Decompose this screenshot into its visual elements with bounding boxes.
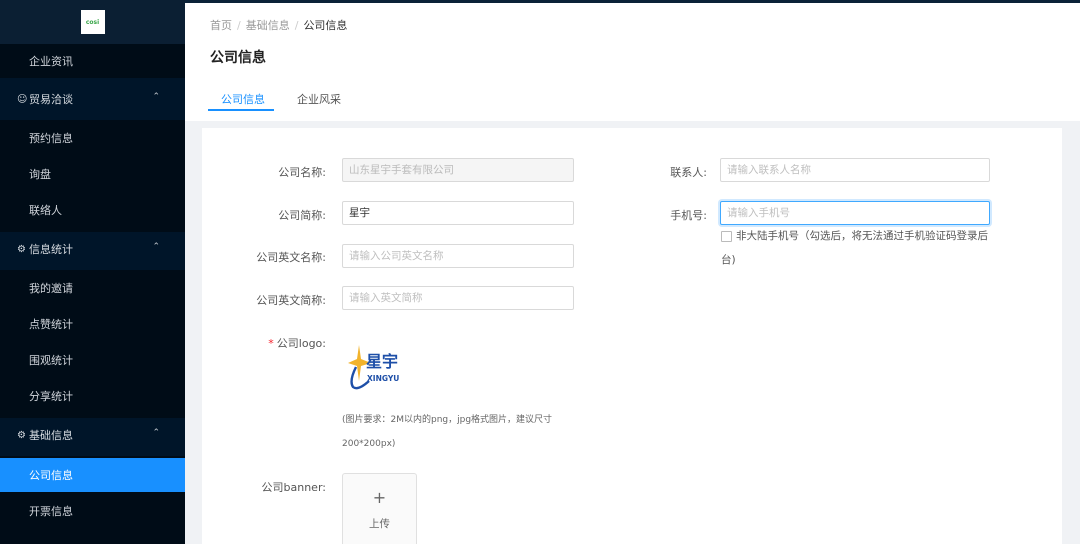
company-logo-image[interactable]: 星宇 XINGYU <box>345 337 409 395</box>
company-name-field: 山东星宇手套有限公司 <box>342 158 574 182</box>
chevron-up-icon: ⌃ <box>152 428 160 438</box>
sidebar-item-contacts[interactable]: 联络人 <box>0 193 185 227</box>
brand-logo[interactable]: cosi <box>80 10 105 34</box>
banner-upload[interactable]: + 上传 <box>342 473 417 544</box>
sidebar-item-likes-stats[interactable]: 点赞统计 <box>0 307 185 341</box>
upload-label: 上传 <box>369 518 390 530</box>
breadcrumb-current: 公司信息 <box>303 19 348 32</box>
tab-active-indicator <box>208 109 274 111</box>
sidebar-group-basic-info[interactable]: ⚙ 基础信息 ⌃ <box>0 418 185 452</box>
sidebar-item-label: 企业资讯 <box>29 55 73 68</box>
phone-label: 手机号: <box>670 209 707 222</box>
logo-area: cosi <box>0 0 185 44</box>
sidebar-group-label: 基础信息 <box>29 429 73 442</box>
logo-hint-line2: 200*200px) <box>342 439 396 449</box>
non-mainland-label-line2: 台) <box>721 254 736 266</box>
chevron-up-icon: ⌃ <box>152 242 160 252</box>
breadcrumb-separator: / <box>237 19 241 32</box>
company-name-label: 公司名称: <box>278 166 326 179</box>
tab-company-style[interactable]: 企业风采 <box>297 91 341 107</box>
banner-label: 公司banner: <box>261 481 326 494</box>
sidebar-item-label: 围观统计 <box>29 354 73 367</box>
plus-icon: + <box>372 488 387 507</box>
sidebar-item-label: 询盘 <box>29 168 51 181</box>
sidebar-item-appointments[interactable]: 预约信息 <box>0 121 185 155</box>
breadcrumb-home[interactable]: 首页 <box>210 19 232 32</box>
breadcrumb-section[interactable]: 基础信息 <box>246 19 290 32</box>
sidebar-item-label: 联络人 <box>29 204 62 217</box>
english-name-field[interactable]: 请输入公司英文名称 <box>342 244 574 268</box>
required-mark: * <box>268 337 274 350</box>
sidebar-item-company-news[interactable]: 企业资讯 <box>0 44 185 78</box>
tab-company-info[interactable]: 公司信息 <box>221 91 265 107</box>
page-title: 公司信息 <box>210 50 266 66</box>
contact-label: 联系人: <box>670 166 707 179</box>
logo-text: 星宇 <box>366 352 398 371</box>
sidebar-group-trade[interactable]: ☺ 贸易洽谈 ⌃ <box>0 82 185 116</box>
sidebar-item-invoice-info[interactable]: 开票信息 <box>0 494 185 528</box>
sidebar-group-label: 贸易洽谈 <box>29 93 73 106</box>
sidebar-item-inquiry[interactable]: 询盘 <box>0 157 185 191</box>
phone-field[interactable]: 请输入手机号 <box>720 201 990 225</box>
sidebar-item-label: 公司信息 <box>29 469 73 482</box>
form-card: 公司名称: 山东星宇手套有限公司 公司简称: 星宇 公司英文名称: 请输入公司英… <box>202 128 1062 544</box>
short-name-field[interactable]: 星宇 <box>342 201 574 225</box>
logo-label: * 公司logo: <box>186 335 326 351</box>
page-header: 首页 / 基础信息 / 公司信息 公司信息 公司信息 企业风采 <box>185 3 1080 121</box>
non-mainland-checkbox[interactable] <box>721 231 732 242</box>
non-mainland-label-line1: 非大陆手机号（勾选后，将无法通过手机验证码登录后 <box>736 230 988 242</box>
sidebar-item-label: 开票信息 <box>29 505 73 518</box>
short-name-label: 公司简称: <box>278 209 326 222</box>
sidebar-item-label: 我的邀请 <box>29 282 73 295</box>
sidebar-item-company-info[interactable]: 公司信息 <box>0 458 185 492</box>
sidebar-group-label: 信息统计 <box>29 243 73 256</box>
chevron-up-icon: ⌃ <box>152 92 160 102</box>
gear-icon: ⚙ <box>17 243 26 255</box>
sidebar-item-share-stats[interactable]: 分享统计 <box>0 379 185 413</box>
logo-hint-line1: (图片要求：2M以内的png，jpg格式图片，建议尺寸 <box>342 415 553 425</box>
sidebar-item-my-invites[interactable]: 我的邀请 <box>0 271 185 305</box>
breadcrumb: 首页 / 基础信息 / 公司信息 <box>210 17 347 33</box>
english-short-label: 公司英文简称: <box>256 294 326 307</box>
settings-icon: ⚙ <box>17 429 26 441</box>
sidebar-item-label: 预约信息 <box>29 132 73 145</box>
breadcrumb-separator: / <box>294 19 299 32</box>
sidebar-item-views-stats[interactable]: 围观统计 <box>0 343 185 377</box>
logo-label-text: 公司logo: <box>276 337 326 350</box>
sidebar-item-label: 点赞统计 <box>29 318 73 331</box>
user-icon: ☺ <box>17 93 28 105</box>
sidebar: cosi 企业资讯 ☺ 贸易洽谈 ⌃ 预约信息 询盘 联络人 ⚙ 信息统计 ⌃ … <box>0 0 185 544</box>
contact-field[interactable]: 请输入联系人名称 <box>720 158 990 182</box>
sidebar-item-label: 分享统计 <box>29 390 73 403</box>
sidebar-group-statistics[interactable]: ⚙ 信息统计 ⌃ <box>0 232 185 266</box>
english-name-label: 公司英文名称: <box>256 251 326 264</box>
english-short-field[interactable]: 请输入英文简称 <box>342 286 574 310</box>
logo-subtext: XINGYU <box>367 374 399 383</box>
